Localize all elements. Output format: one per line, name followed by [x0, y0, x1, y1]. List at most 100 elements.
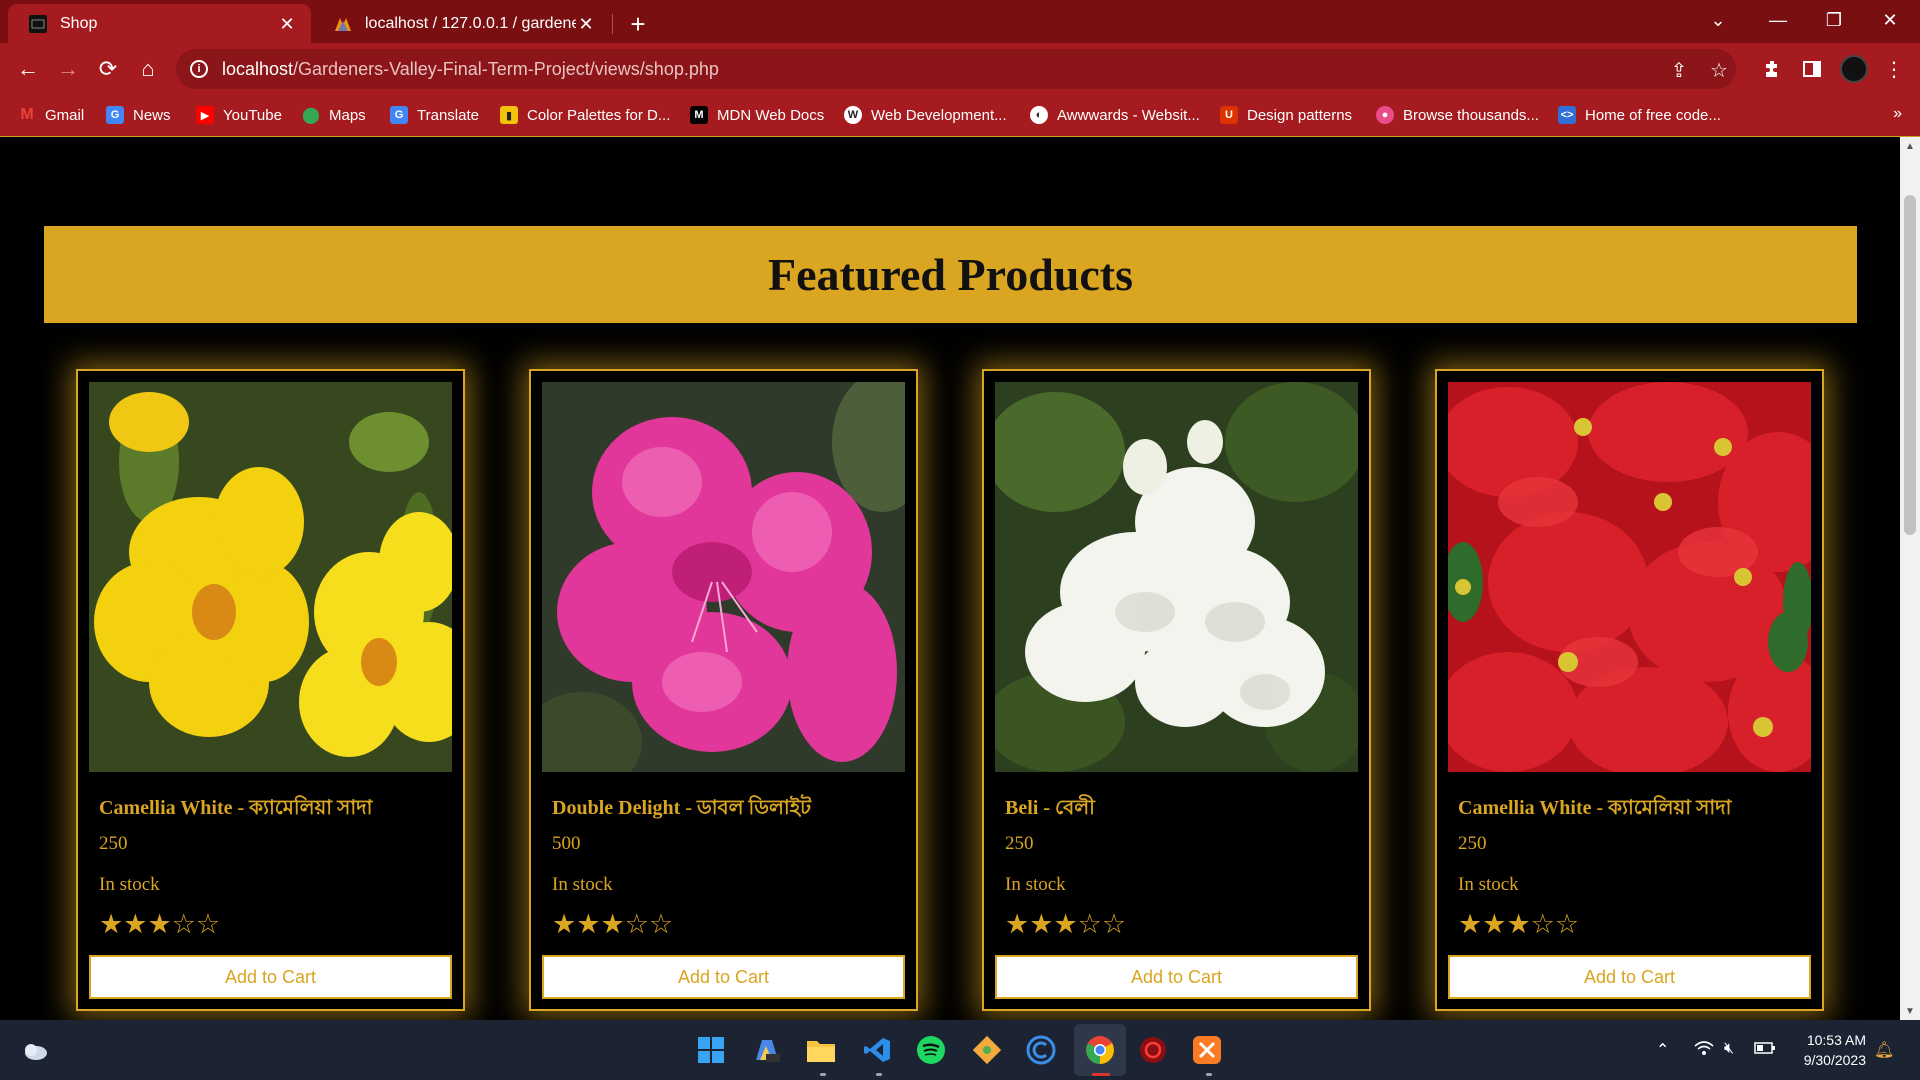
- tab-shop[interactable]: Shop ✕: [8, 4, 311, 43]
- product-photo-white-flower[interactable]: [995, 382, 1358, 772]
- add-to-cart-button[interactable]: Add to Cart: [89, 955, 452, 999]
- star-filled-icon: ★: [576, 909, 601, 939]
- star-empty-icon: ☆: [171, 909, 196, 939]
- running-indicator: [820, 1073, 826, 1076]
- spotify-icon[interactable]: [914, 1033, 948, 1067]
- wifi-icon[interactable]: [1694, 1040, 1714, 1061]
- show-hidden-icons-chevron-icon[interactable]: ⌃: [1656, 1040, 1669, 1060]
- page-scrollbar[interactable]: ▲ ▼: [1900, 137, 1920, 1020]
- xampp-icon[interactable]: [1190, 1033, 1224, 1067]
- product-stock: In stock: [99, 874, 160, 895]
- forward-arrow-icon[interactable]: →: [52, 53, 84, 85]
- minimize-button[interactable]: —: [1750, 0, 1806, 40]
- scroll-up-arrow-icon[interactable]: ▲: [1900, 137, 1920, 155]
- tab-divider: [612, 14, 613, 34]
- bookmark-web-development[interactable]: W Web Development...: [844, 95, 1007, 135]
- menu-kebab-icon[interactable]: ⋮: [1878, 53, 1910, 85]
- site-info-icon[interactable]: i: [190, 60, 208, 78]
- ccleaner-icon[interactable]: [1024, 1033, 1058, 1067]
- star-empty-icon: ☆: [195, 909, 221, 939]
- product-photo-red-flower[interactable]: [1448, 382, 1811, 772]
- antivirus-icon[interactable]: [1136, 1033, 1170, 1067]
- profile-avatar[interactable]: [1840, 55, 1868, 83]
- notification-bell-icon[interactable]: 🔔︎: [1874, 1040, 1894, 1060]
- bookmark-youtube[interactable]: ▶ YouTube: [196, 95, 282, 135]
- product-name[interactable]: Camellia White - ক্যামেলিয়া সাদা: [99, 793, 372, 826]
- star-empty-icon: ☆: [1101, 909, 1127, 939]
- add-to-cart-button[interactable]: Add to Cart: [995, 955, 1358, 999]
- bookmark-maps[interactable]: ⬤ Maps: [302, 95, 366, 135]
- bookmark-design-patterns[interactable]: U Design patterns: [1220, 95, 1352, 135]
- product-name[interactable]: Camellia White - ক্যামেলিয়া সাদা: [1458, 793, 1731, 826]
- rating-stars: ★★★☆☆: [1005, 911, 1126, 938]
- product-card: Camellia White - ক্যামেলিয়া সাদা 250 In…: [76, 369, 465, 1011]
- file-explorer-icon[interactable]: [804, 1033, 838, 1067]
- star-filled-icon: ★: [1029, 909, 1054, 939]
- bookmark-news[interactable]: G News: [106, 95, 171, 135]
- more-bookmarks-icon[interactable]: »: [1893, 105, 1902, 123]
- battery-icon[interactable]: [1754, 1040, 1776, 1061]
- dribbble-icon: ●: [1376, 106, 1394, 124]
- chrome-icon[interactable]: [1083, 1033, 1117, 1067]
- close-window-button[interactable]: ✕: [1862, 0, 1918, 40]
- product-card: Camellia White - ক্যামেলিয়া সাদা 250 In…: [1435, 369, 1824, 1011]
- star-filled-icon: ★: [600, 909, 625, 939]
- share-icon[interactable]: ⇪: [1666, 57, 1692, 83]
- scroll-down-arrow-icon[interactable]: ▼: [1900, 1002, 1920, 1020]
- side-panel-icon[interactable]: [1796, 53, 1828, 85]
- code-icon: <>: [1558, 106, 1576, 124]
- extensions-puzzle-icon[interactable]: [1756, 53, 1788, 85]
- restore-button[interactable]: ❐: [1806, 0, 1862, 40]
- address-bar[interactable]: i localhost/Gardeners-Valley-Final-Term-…: [176, 49, 1736, 89]
- bookmark-label: Gmail: [45, 106, 85, 124]
- back-arrow-icon[interactable]: ←: [12, 53, 44, 85]
- home-icon[interactable]: ⌂: [132, 53, 164, 85]
- product-name[interactable]: Double Delight - ডাবল ডিলাইট: [552, 793, 811, 826]
- bookmark-translate[interactable]: G Translate: [390, 95, 479, 135]
- youtube-icon: ▶: [196, 106, 214, 124]
- browser-toolbar: ← → ⟳ ⌂ i localhost/Gardeners-Valley-Fin…: [0, 43, 1920, 95]
- git-tool-icon[interactable]: [970, 1033, 1004, 1067]
- product-photo-pink-flower[interactable]: [542, 382, 905, 772]
- close-tab-icon[interactable]: ✕: [576, 14, 596, 34]
- system-clock[interactable]: 10:53 AM 9/30/2023: [1780, 1030, 1866, 1070]
- bookmark-label: Design patterns: [1247, 106, 1353, 124]
- translate-icon: G: [390, 106, 408, 124]
- tab-phpmyadmin[interactable]: localhost / 127.0.0.1 / gardeners ✕: [313, 4, 610, 43]
- reload-icon[interactable]: ⟳: [92, 53, 124, 85]
- bookmark-label: Maps: [329, 106, 366, 124]
- close-tab-icon[interactable]: ✕: [277, 14, 297, 34]
- weather-widget-icon[interactable]: [18, 1033, 52, 1067]
- tab-search-icon[interactable]: ⌄: [1690, 0, 1746, 40]
- add-to-cart-button[interactable]: Add to Cart: [542, 955, 905, 999]
- bookmark-mdn[interactable]: M MDN Web Docs: [690, 95, 824, 135]
- new-tab-button[interactable]: +: [622, 8, 654, 40]
- start-windows-icon[interactable]: [694, 1033, 728, 1067]
- palette-icon: ▮: [500, 106, 518, 124]
- bookmark-free-code[interactable]: <> Home of free code...: [1558, 95, 1721, 135]
- volume-muted-icon[interactable]: 🔇︎: [1724, 1040, 1734, 1058]
- bookmark-dribbble[interactable]: ● Browse thousands...: [1376, 95, 1539, 135]
- product-name[interactable]: Beli - বেলী: [1005, 793, 1095, 826]
- product-photo-yellow-flower[interactable]: [89, 382, 452, 772]
- windows-taskbar: ⌃ 🔇︎ 10:53 AM 9/30/2023 🔔︎: [0, 1020, 1920, 1080]
- star-filled-icon: ★: [1458, 909, 1483, 939]
- vscode-icon[interactable]: [860, 1033, 894, 1067]
- copilot-app-icon[interactable]: [750, 1033, 784, 1067]
- product-card: Beli - বেলী 250 In stock ★★★☆☆ Add to Ca…: [982, 369, 1371, 1011]
- url-path: /Gardeners-Valley-Final-Term-Project/vie…: [293, 58, 719, 79]
- maps-icon: ⬤: [302, 107, 320, 124]
- bookmark-awwwards[interactable]: ◐ Awwwards - Websit...: [1030, 95, 1200, 135]
- add-to-cart-button[interactable]: Add to Cart: [1448, 955, 1811, 999]
- featured-banner: Featured Products: [44, 226, 1857, 323]
- bookmark-label: Translate: [417, 106, 479, 124]
- bookmark-label: Color Palettes for D...: [527, 106, 671, 124]
- news-icon: G: [106, 106, 124, 124]
- scrollbar-thumb[interactable]: [1904, 195, 1916, 535]
- url-host: localhost: [222, 58, 294, 79]
- bookmark-color-palettes[interactable]: ▮ Color Palettes for D...: [500, 95, 670, 135]
- product-price: 250: [1005, 833, 1034, 854]
- running-indicator: [1206, 1073, 1212, 1076]
- bookmark-gmail[interactable]: M Gmail: [18, 95, 84, 135]
- bookmark-star-icon[interactable]: ☆: [1706, 57, 1732, 83]
